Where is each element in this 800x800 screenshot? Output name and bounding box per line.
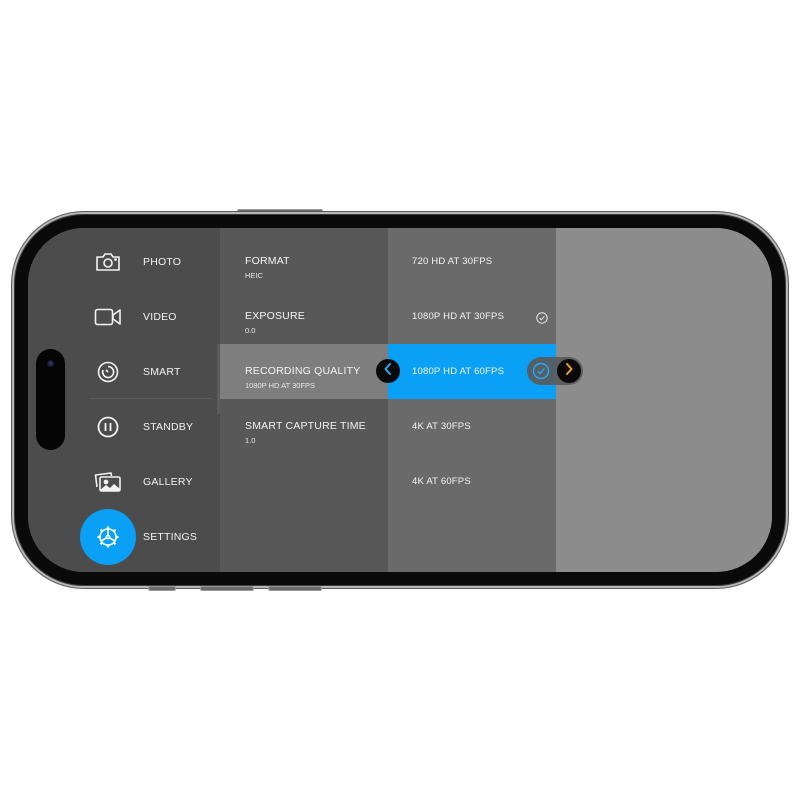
check-circle-icon: [536, 311, 548, 324]
nav-item-photo[interactable]: PHOTO: [80, 234, 220, 289]
nav-label: GALLERY: [143, 475, 193, 488]
setting-value: 1.0: [245, 436, 256, 445]
nav-label: SETTINGS: [143, 530, 198, 543]
gear-icon: [88, 517, 128, 557]
option-label: 4K AT 30FPS: [412, 421, 471, 432]
front-camera-icon: [47, 360, 54, 367]
back-button[interactable]: [376, 359, 400, 383]
gallery-icon: [88, 462, 128, 502]
video-camera-icon: [88, 297, 128, 337]
nav-item-gallery[interactable]: GALLERY: [80, 454, 220, 509]
setting-title: RECORDING QUALITY: [245, 365, 361, 377]
nav-item-video[interactable]: VIDEO: [80, 289, 220, 344]
nav-label: STANDBY: [143, 420, 194, 433]
nav-item-settings[interactable]: SETTINGS: [80, 509, 220, 564]
nav-label: SMART: [143, 365, 181, 378]
nav-label: PHOTO: [143, 255, 182, 268]
smart-timer-icon: [88, 352, 128, 392]
setting-value: 1080P HD AT 30FPS: [245, 381, 316, 390]
option-item[interactable]: 4K AT 30FPS: [388, 399, 556, 454]
setting-title: SMART CAPTURE TIME: [245, 420, 366, 432]
setting-value: 0.0: [245, 326, 256, 335]
setting-item-exposure[interactable]: EXPOSURE 0.0: [220, 289, 388, 344]
setting-item-format[interactable]: FORMAT HEIC: [220, 234, 388, 289]
nav-item-smart[interactable]: SMART: [80, 344, 220, 399]
chevron-left-icon: [382, 362, 394, 381]
pause-icon: [88, 407, 128, 447]
option-label: 1080P HD AT 30FPS: [412, 311, 505, 322]
confirm-control: [527, 357, 583, 385]
setting-title: EXPOSURE: [245, 310, 305, 322]
option-item[interactable]: 720 HD AT 30FPS: [388, 234, 556, 289]
option-label: 1080P HD AT 60FPS: [412, 366, 505, 377]
option-item[interactable]: 4K AT 60FPS: [388, 454, 556, 509]
side-button: [200, 586, 254, 591]
setting-item-smart-capture-time[interactable]: SMART CAPTURE TIME 1.0: [220, 399, 388, 454]
camera-icon: [88, 242, 128, 282]
option-label: 720 HD AT 30FPS: [412, 256, 493, 267]
side-button: [148, 586, 176, 591]
dynamic-island: [36, 349, 65, 450]
setting-title: FORMAT: [245, 255, 290, 267]
next-button[interactable]: [557, 359, 581, 383]
option-item-current[interactable]: 1080P HD AT 30FPS: [388, 289, 556, 344]
nav-item-standby[interactable]: STANDBY: [80, 399, 220, 454]
setting-item-recording-quality[interactable]: RECORDING QUALITY 1080P HD AT 30FPS: [220, 344, 388, 399]
app-screen: PHOTO VIDEO SMART STANDBY GALLERY SETTIN…: [28, 228, 772, 572]
nav-label: VIDEO: [143, 310, 177, 323]
chevron-right-icon: [563, 362, 575, 381]
preview-area: [556, 228, 772, 572]
confirm-button[interactable]: [532, 362, 550, 380]
option-label: 4K AT 60FPS: [412, 476, 471, 487]
setting-value: HEIC: [245, 271, 263, 280]
side-button: [268, 586, 322, 591]
